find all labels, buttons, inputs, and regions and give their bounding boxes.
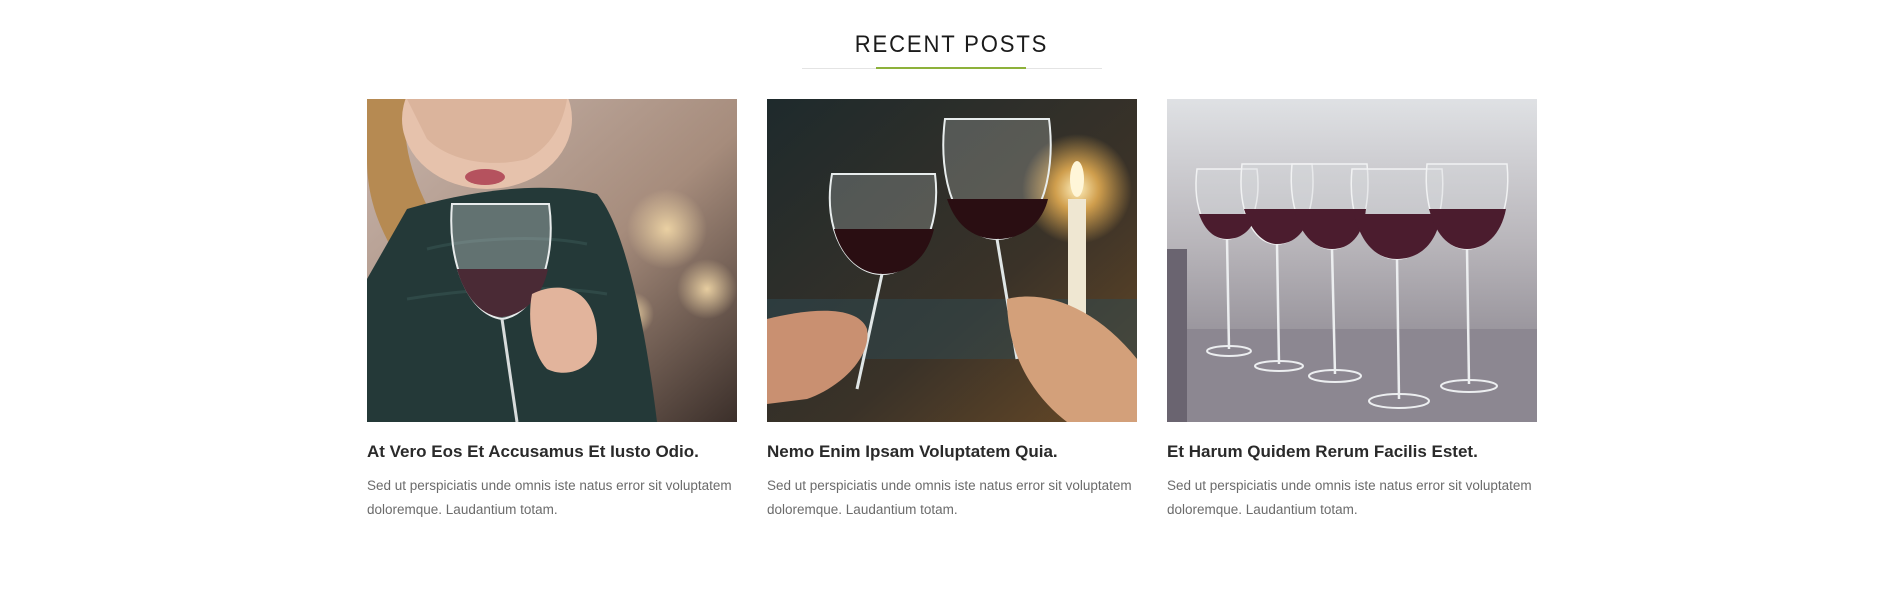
post-title-link[interactable]: Nemo Enim Ipsam Voluptatem Quia. [767,441,1137,463]
post-thumbnail-link[interactable] [767,99,1137,422]
woman-tasting-wine-image [367,99,737,422]
wine-toast-image [767,99,1137,422]
post-card: Et Harum Quidem Rerum Facilis Estet. Sed… [1167,99,1537,522]
post-card: At Vero Eos Et Accusamus Et Iusto Odio. … [367,99,737,522]
post-thumbnail-link[interactable] [367,99,737,422]
section-header: RECENT POSTS [0,0,1903,70]
post-title-link[interactable]: Et Harum Quidem Rerum Facilis Estet. [1167,441,1537,463]
wine-glasses-rows-image [1167,99,1537,422]
post-excerpt: Sed ut perspiciatis unde omnis iste natu… [1167,478,1532,517]
post-excerpt: Sed ut perspiciatis unde omnis iste natu… [367,478,732,517]
post-excerpt: Sed ut perspiciatis unde omnis iste natu… [767,478,1132,517]
title-accent-underline [876,67,1026,69]
section-title: RECENT POSTS [854,31,1049,58]
post-thumbnail-link[interactable] [1167,99,1537,422]
post-card: Nemo Enim Ipsam Voluptatem Quia. Sed ut … [767,99,1137,522]
post-title-link[interactable]: At Vero Eos Et Accusamus Et Iusto Odio. [367,441,737,463]
recent-posts-grid: At Vero Eos Et Accusamus Et Iusto Odio. … [367,99,1537,539]
